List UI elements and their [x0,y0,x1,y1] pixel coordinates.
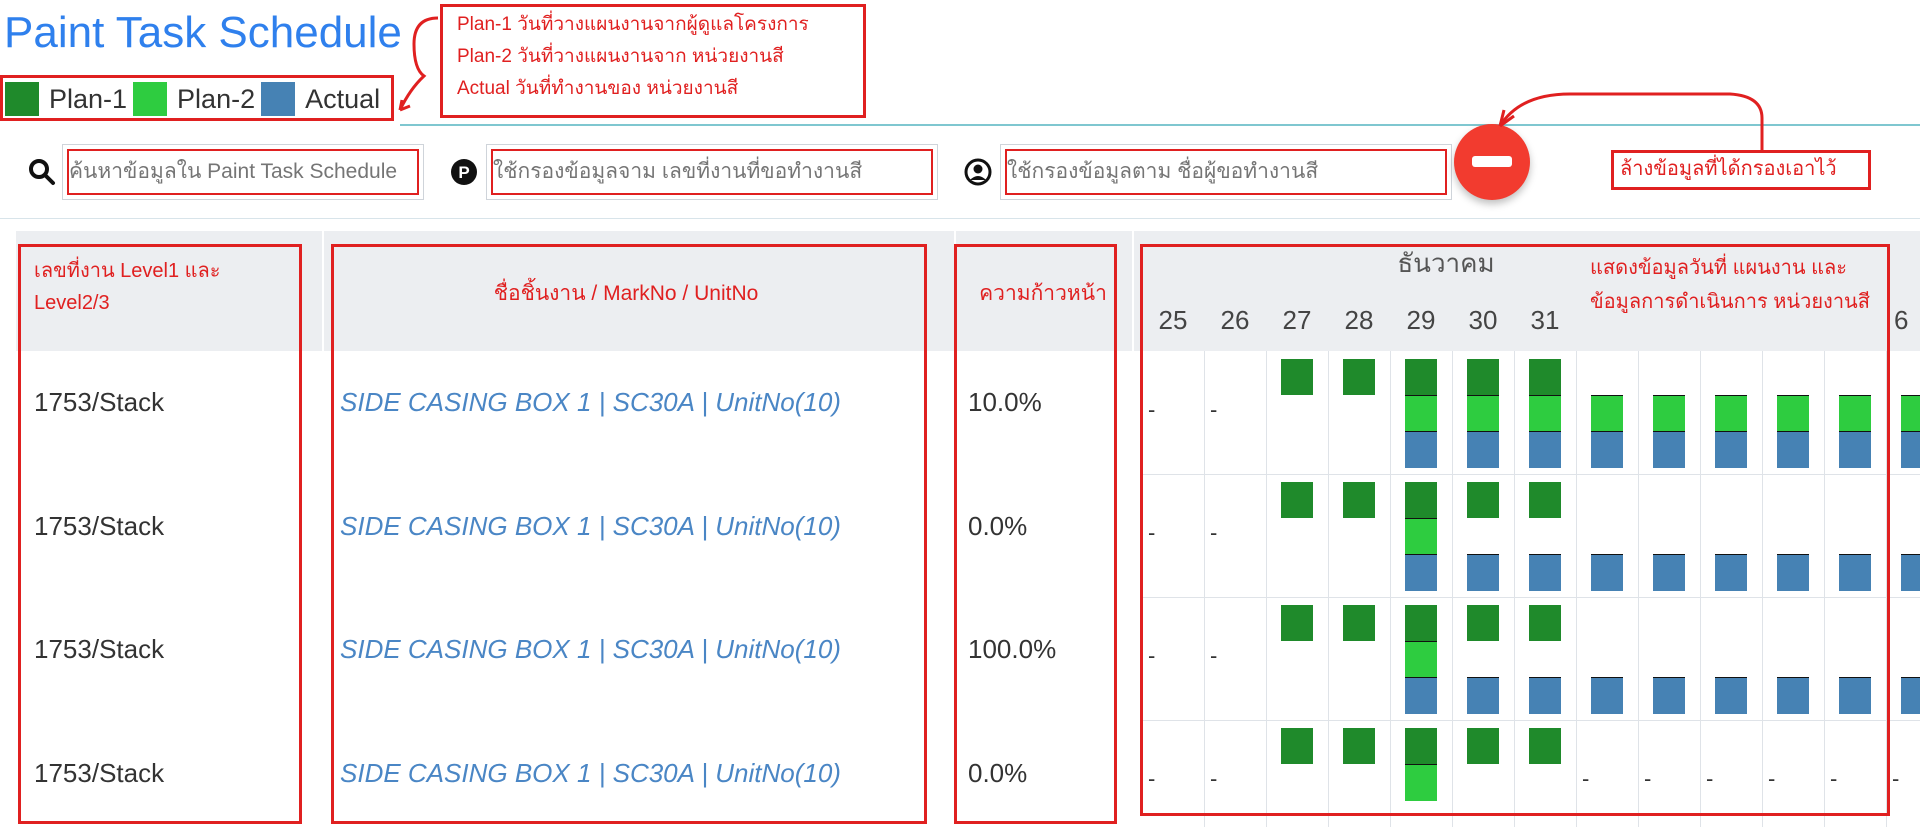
annotation-box-progress [954,244,1117,824]
legend-label: Actual [305,83,381,114]
actual-mark [1901,677,1920,714]
chart-note: แสดงข้อมูลวันที่ แผนงาน และข้อมูลการดำเน… [1590,257,1870,313]
legend-note-line: Plan-2 วันที่วางแผนงานจาก หน่วยงานสี [457,46,784,67]
column-separator [1132,231,1134,827]
plan2-swatch [133,82,168,116]
annotation-box-calendar [1140,244,1890,816]
schedule-table: เลขที่งาน Level1 และ Level2/3 ชื่อชิ้นงา… [16,231,1920,827]
clear-note: ล้างข้อมูลที่ได้กรองเอาไว้ [1611,150,1871,190]
plan2-mark [1901,395,1920,432]
actual-mark [1901,431,1920,468]
user-filter-field[interactable] [1000,144,1452,200]
empty-cell-marker: - [1892,766,1900,791]
bracket-arrow-icon [398,16,439,112]
legend-note: Plan-1 วันที่วางแผนงานจากผู้ดูแลโครงการ … [440,4,866,118]
legend-label: Plan-2 [177,83,256,114]
day-cell: 6 [1894,305,1909,335]
legend-label: Plan-1 [49,83,128,114]
legend-item-plan2: Plan-2 [133,79,255,119]
page-title: Paint Task Schedule [4,8,402,57]
legend-item-plan1: Plan-1 [5,79,127,119]
filter-divider [0,218,1920,219]
user-icon [964,158,992,186]
annotation-box-name [331,244,927,824]
search-field[interactable] [62,144,424,200]
legend-note-line: Actual วันที่ทำงานของ หน่วยงานสี [457,78,739,99]
search-icon [26,156,58,188]
plan1-swatch [5,82,39,116]
annotation-box-job [18,244,302,824]
legend-note-line: Plan-1 วันที่วางแผนงานจากผู้ดูแลโครงการ [457,14,809,35]
actual-mark [1901,554,1920,591]
search-input[interactable] [63,145,423,199]
parking-icon: P [450,158,478,186]
legend: Plan-1 Plan-2 Actual [0,75,394,121]
pointer-arrow-icon [1498,92,1764,152]
user-filter-input[interactable] [1001,145,1451,199]
job-filter-input[interactable] [487,145,937,199]
svg-text:P: P [458,163,469,182]
job-filter-field[interactable] [486,144,938,200]
legend-item-actual: Actual [261,79,380,119]
actual-swatch [261,82,296,116]
column-separator [322,231,324,351]
minus-icon [1472,156,1512,167]
